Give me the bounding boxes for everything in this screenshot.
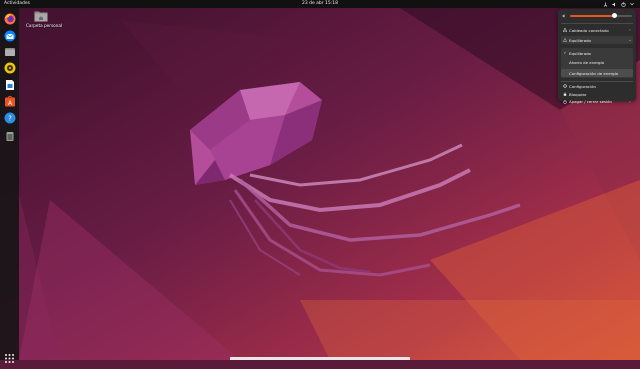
- dock-thunderbird[interactable]: [3, 29, 16, 42]
- power-icon: [621, 1, 626, 7]
- dock-writer[interactable]: [3, 78, 16, 91]
- chevron-down-icon: ⌄: [628, 38, 632, 42]
- chevron-right-icon: ›: [629, 28, 631, 32]
- power-off-label: Apagar / cerrar sesión: [569, 99, 613, 104]
- home-folder-label: Carpeta personal: [26, 23, 63, 28]
- writer-icon: [5, 79, 14, 90]
- dock-firefox[interactable]: [3, 12, 16, 25]
- power-option-label: Configuración de energía: [569, 70, 619, 76]
- power-mode-icon: [563, 38, 567, 42]
- power-option-label: Ahorro de energía: [569, 59, 604, 65]
- dock: A ?: [0, 8, 19, 363]
- power-option-label: Equilibrado: [569, 50, 591, 56]
- dock-help[interactable]: ?: [3, 111, 16, 124]
- clock[interactable]: 23 de abr 15:18: [298, 0, 342, 8]
- gear-icon: [563, 84, 567, 88]
- power-option-balanced[interactable]: ✓ Equilibrado: [561, 49, 633, 57]
- help-icon: ?: [4, 112, 15, 123]
- activities-button[interactable]: Actividades: [4, 0, 30, 8]
- system-tray[interactable]: [603, 0, 634, 8]
- system-menu: Cableado conectado › Equilibrado ⌄ ✓ Equ…: [558, 9, 636, 104]
- wired-network-icon: [563, 28, 567, 32]
- power-icon: [563, 99, 567, 104]
- desktop-icon-home[interactable]: Carpeta personal: [26, 10, 63, 28]
- power-mode-item[interactable]: Equilibrado ⌄: [561, 36, 633, 44]
- dock-rhythmbox[interactable]: [3, 61, 16, 74]
- dock-trash[interactable]: [3, 129, 16, 142]
- dock-software[interactable]: A: [3, 94, 16, 107]
- svg-text:?: ?: [8, 114, 12, 122]
- power-off-item[interactable]: Apagar / cerrar sesión ›: [561, 98, 633, 105]
- volume-row: [562, 12, 632, 19]
- network-icon: [603, 2, 608, 7]
- settings-item[interactable]: Configuración: [561, 82, 633, 90]
- volume-icon: [612, 2, 615, 6]
- volume-icon: [562, 13, 565, 18]
- power-option-saver[interactable]: Ahorro de energía: [561, 58, 633, 66]
- files-icon: [4, 47, 15, 56]
- volume-slider-fill: [570, 14, 615, 17]
- wired-network-item[interactable]: Cableado conectado ›: [561, 26, 633, 34]
- firefox-icon: [4, 13, 15, 24]
- trash-icon: [6, 131, 13, 141]
- settings-label: Configuración: [569, 83, 596, 89]
- menu-separator: [561, 23, 633, 24]
- lock-label: Bloquear: [569, 91, 587, 97]
- power-mode-submenu: ✓ Equilibrado Ahorro de energía Configur…: [561, 48, 633, 78]
- chevron-right-icon: ›: [629, 99, 631, 104]
- rhythmbox-icon: [4, 62, 15, 73]
- lock-icon: [563, 92, 567, 96]
- dock-files[interactable]: [3, 45, 16, 58]
- grid-icon: [5, 354, 14, 363]
- home-folder-icon: [34, 11, 48, 22]
- desktop-wallpaper: [0, 0, 640, 360]
- volume-slider-knob[interactable]: [612, 13, 618, 18]
- software-icon: A: [4, 95, 15, 107]
- wired-network-label: Cableado conectado: [569, 27, 609, 33]
- check-icon: ✓: [563, 51, 567, 55]
- volume-slider[interactable]: [570, 13, 632, 18]
- power-mode-label: Equilibrado: [569, 37, 591, 43]
- show-applications-button[interactable]: [3, 350, 16, 363]
- lock-item[interactable]: Bloquear: [561, 90, 633, 98]
- top-bar: Actividades 23 de abr 15:18: [0, 0, 640, 8]
- power-settings-item[interactable]: Configuración de energía: [561, 69, 633, 77]
- thunderbird-icon: [4, 30, 15, 41]
- chevron-down-icon: [630, 2, 634, 6]
